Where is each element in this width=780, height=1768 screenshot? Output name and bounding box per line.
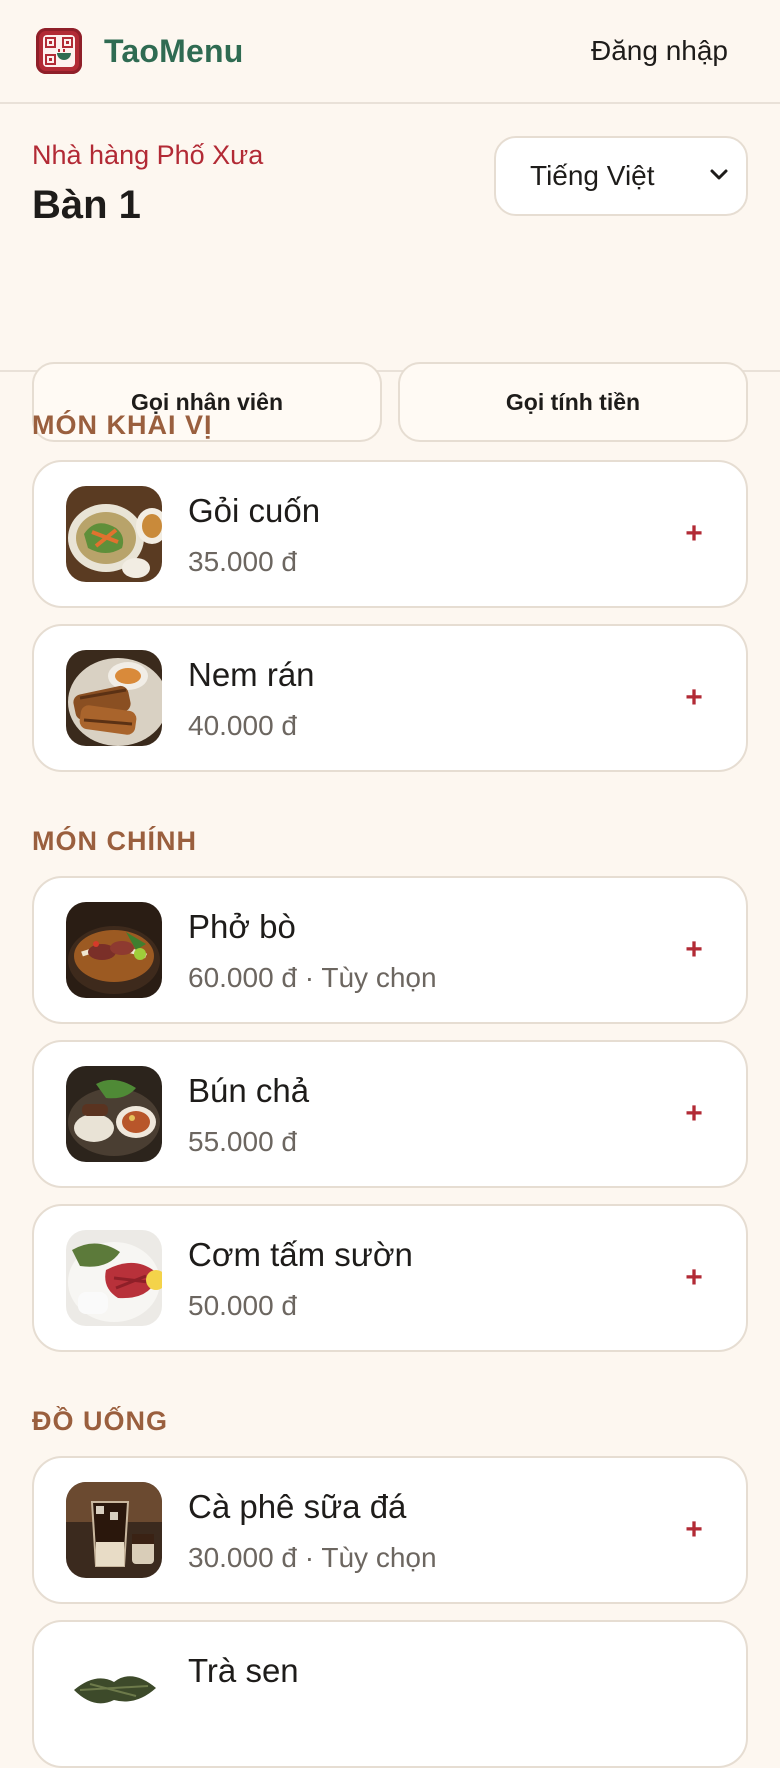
login-link[interactable]: Đăng nhập	[591, 35, 728, 67]
menu-item-card[interactable]: Bún chả 55.000 đ +	[32, 1040, 748, 1188]
menu-item-card[interactable]: Cơm tấm sườn 50.000 đ +	[32, 1204, 748, 1352]
section-title: MÓN CHÍNH	[32, 826, 197, 856]
plus-icon: +	[685, 517, 703, 550]
dish-name: Cơm tấm sườn	[188, 1236, 413, 1273]
section-appetizers: MÓN KHAI VỊ	[0, 405, 213, 445]
section-title: MÓN KHAI VỊ	[32, 410, 213, 440]
menu-item-card[interactable]: Phở bò 60.000 đ · Tùy chọn +	[32, 876, 748, 1024]
dish-image	[66, 1230, 162, 1326]
chevron-down-icon	[708, 163, 730, 190]
add-to-cart-button[interactable]: +	[672, 1508, 716, 1552]
language-select[interactable]: Tiếng Việt	[494, 136, 748, 216]
qr-bowl-logo-icon	[36, 28, 82, 74]
plus-icon: +	[685, 1097, 703, 1130]
add-to-cart-button[interactable]: +	[672, 1092, 716, 1136]
dish-name: Bún chả	[188, 1072, 310, 1109]
menu-item-card[interactable]: Trà sen	[32, 1620, 748, 1768]
call-bill-button[interactable]: Gọi tính tiền	[398, 362, 748, 442]
dish-image	[66, 902, 162, 998]
plus-icon: +	[685, 1261, 703, 1294]
dish-name: Phở bò	[188, 908, 296, 945]
section-drinks: ĐỒ UỐNG	[0, 1401, 168, 1441]
dish-name: Cà phê sữa đá	[188, 1488, 407, 1525]
section-main-dishes: MÓN CHÍNH	[0, 821, 197, 861]
language-select-value: Tiếng Việt	[530, 160, 655, 191]
add-to-cart-button[interactable]: +	[672, 928, 716, 972]
dish-image	[66, 1482, 162, 1578]
plus-icon: +	[685, 933, 703, 966]
add-to-cart-button[interactable]: +	[672, 676, 716, 720]
brand[interactable]: TaoMenu	[36, 28, 243, 74]
dish-price: 40.000 đ	[188, 710, 297, 741]
dish-name: Gỏi cuốn	[188, 492, 321, 529]
dish-name: Nem rán	[188, 656, 315, 693]
table-header: Nhà hàng Phố Xưa Bàn 1 Tiếng Việt Gọi nh…	[0, 104, 780, 442]
menu-item-card[interactable]: Gỏi cuốn 35.000 đ +	[32, 460, 748, 608]
menu-item-card[interactable]: Nem rán 40.000 đ +	[32, 624, 748, 772]
dish-price-options: 30.000 đ · Tùy chọn	[188, 1542, 437, 1573]
dish-image	[66, 1066, 162, 1162]
section-title: ĐỒ UỐNG	[32, 1406, 169, 1436]
add-to-cart-button[interactable]: +	[672, 512, 716, 556]
plus-icon: +	[685, 681, 703, 714]
dish-image	[66, 1646, 162, 1742]
dish-image	[66, 650, 162, 746]
dish-image	[66, 486, 162, 582]
dish-price: 55.000 đ	[188, 1126, 297, 1157]
dish-price-options: 60.000 đ · Tùy chọn	[188, 962, 437, 993]
dish-name: Trà sen	[188, 1652, 299, 1689]
dish-price: 35.000 đ	[188, 546, 297, 577]
plus-icon: +	[685, 1513, 703, 1546]
top-bar: TaoMenu Đăng nhập	[0, 0, 780, 104]
menu-item-card[interactable]: Cà phê sữa đá 30.000 đ · Tùy chọn +	[32, 1456, 748, 1604]
dish-price: 50.000 đ	[188, 1290, 297, 1321]
brand-name: TaoMenu	[104, 32, 244, 69]
add-to-cart-button[interactable]: +	[672, 1256, 716, 1300]
